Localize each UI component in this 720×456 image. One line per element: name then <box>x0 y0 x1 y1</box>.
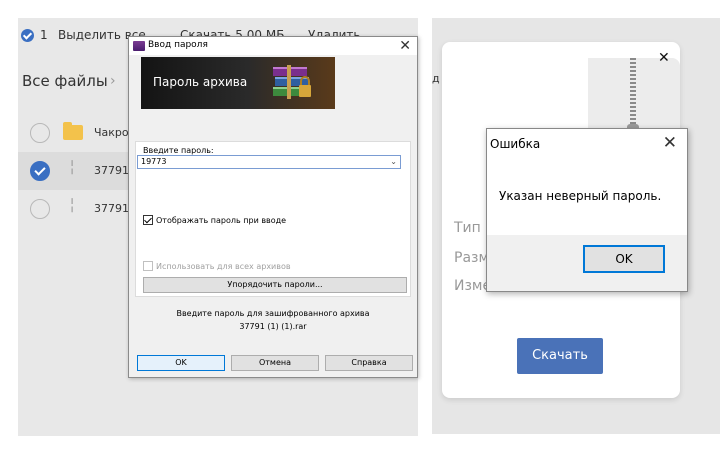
dialog-titlebar: Ввод пароля ✕ <box>129 37 417 55</box>
error-dialog-footer: OK <box>487 235 687 291</box>
error-message: Указан неверный пароль. <box>499 189 662 203</box>
close-icon[interactable]: ✕ <box>663 133 677 153</box>
dialog-title: Ввод пароля <box>148 40 208 50</box>
error-dialog-title: Ошибка <box>490 137 541 151</box>
file-icon: ╎ <box>68 160 77 176</box>
side-text: д <box>432 72 440 85</box>
error-ok-button[interactable]: OK <box>583 245 665 273</box>
password-input[interactable]: 19773 ⌄ <box>137 155 401 169</box>
hint-archive-name: 37791 (1) (1).rar <box>239 322 307 331</box>
archive-banner: Пароль архива <box>141 57 335 109</box>
file-icon: ╎ <box>68 198 77 214</box>
winrar-books-icon <box>273 65 311 99</box>
type-label: Тип <box>454 220 481 236</box>
selected-check-icon <box>21 29 34 42</box>
show-password-label[interactable]: Отображать пароль при вводе <box>156 216 286 225</box>
password-value: 19773 <box>141 157 167 166</box>
use-for-all-checkbox[interactable] <box>143 261 153 271</box>
zipper-icon <box>630 58 636 126</box>
error-dialog: Ошибка ✕ Указан неверный пароль. OK <box>486 128 688 292</box>
size-label: Разм <box>454 250 490 266</box>
show-password-checkbox[interactable] <box>143 215 153 225</box>
cancel-button[interactable]: Отмена <box>231 355 319 371</box>
organize-passwords-button[interactable]: Упорядочить пароли... <box>143 277 407 293</box>
use-for-all-label[interactable]: Использовать для всех архивов <box>156 262 291 271</box>
close-icon[interactable]: ✕ <box>658 50 670 66</box>
help-button[interactable]: Справка <box>325 355 413 371</box>
password-label: Введите пароль: <box>143 146 214 155</box>
row-select-checkbox[interactable] <box>30 161 50 181</box>
selected-count: 1 <box>40 28 48 42</box>
chevron-down-icon[interactable]: ⌄ <box>390 156 397 168</box>
winrar-password-dialog: Ввод пароля ✕ Пароль архива Введите паро… <box>128 36 418 378</box>
banner-title: Пароль архива <box>153 75 248 89</box>
chevron-right-icon: › <box>110 73 116 89</box>
download-button[interactable]: Скачать <box>517 338 603 374</box>
ok-button[interactable]: OK <box>137 355 225 371</box>
breadcrumb-all-files[interactable]: Все файлы <box>22 72 108 90</box>
screenshot-root: 1 Выделить все Скачать 5,00 МБ Удалить В… <box>0 0 720 456</box>
close-icon[interactable]: ✕ <box>399 37 411 55</box>
winrar-icon <box>133 41 145 51</box>
hint-line-1: Введите пароль для зашифрованного архива <box>176 309 370 318</box>
file-name: Чакро <box>94 126 129 139</box>
row-select-checkbox[interactable] <box>30 199 50 219</box>
row-select-checkbox[interactable] <box>30 123 50 143</box>
file-name: 37791. <box>94 202 133 215</box>
folder-icon <box>63 122 83 140</box>
